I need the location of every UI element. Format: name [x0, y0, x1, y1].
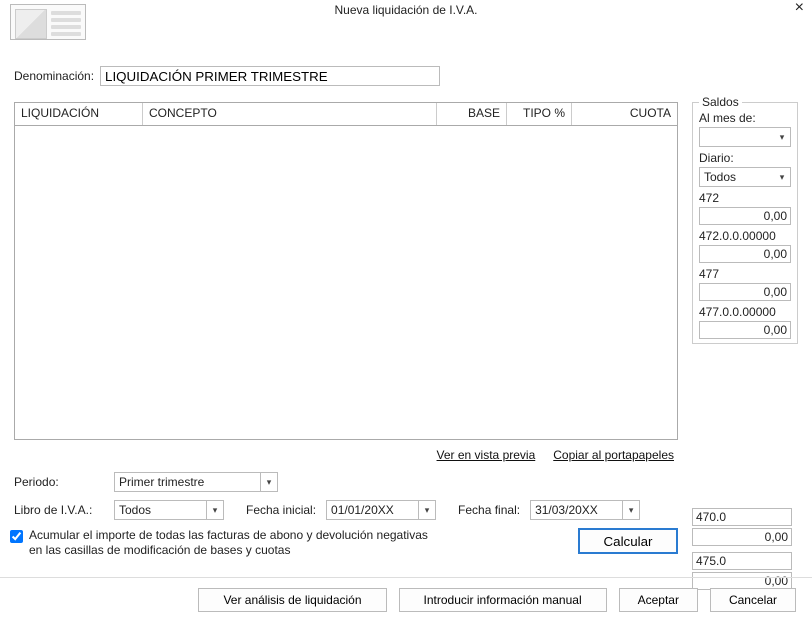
col-concepto[interactable]: CONCEPTO [143, 103, 437, 125]
analisis-button[interactable]: Ver análisis de liquidación [198, 588, 386, 612]
diario-select[interactable]: Todos [699, 167, 791, 187]
lower-code-1[interactable]: 475.0 [692, 552, 792, 570]
almes-label: Al mes de: [699, 111, 791, 125]
acct-label-2: 477 [699, 267, 791, 281]
acct-value-2: 0,00 [699, 283, 791, 301]
acumular-checkbox-label: Acumular el importe de todas las factura… [29, 528, 429, 558]
diario-label: Diario: [699, 151, 791, 165]
table-header: LIQUIDACIÓN CONCEPTO BASE TIPO % CUOTA [15, 103, 677, 126]
button-bar: Ver análisis de liquidación Introducir i… [0, 577, 812, 612]
main-area: LIQUIDACIÓN CONCEPTO BASE TIPO % CUOTA V… [14, 102, 798, 590]
libro-value: Todos [119, 503, 151, 517]
almes-select[interactable] [699, 127, 791, 147]
form-rows: Periodo: Primer trimestre Libro de I.V.A… [14, 472, 678, 558]
close-icon[interactable]: × [795, 0, 804, 17]
fecha-fin-select[interactable]: 31/03/20XX [530, 500, 640, 520]
saldos-legend: Saldos [699, 95, 742, 109]
fecha-fin-value: 31/03/20XX [535, 503, 598, 517]
lower-code-0[interactable]: 470.0 [692, 508, 792, 526]
col-tipo[interactable]: TIPO % [507, 103, 572, 125]
col-cuota[interactable]: CUOTA [572, 103, 677, 125]
left-column: LIQUIDACIÓN CONCEPTO BASE TIPO % CUOTA V… [14, 102, 678, 590]
libro-label: Libro de I.V.A.: [14, 503, 104, 517]
right-column: Saldos Al mes de: Diario: Todos 472 0,00… [692, 102, 798, 590]
periodo-value: Primer trimestre [119, 475, 204, 489]
periodo-label: Periodo: [14, 475, 104, 489]
header-icon [10, 4, 86, 40]
acct-value-0: 0,00 [699, 207, 791, 225]
titlebar: Nueva liquidación de I.V.A. × [0, 0, 812, 20]
calc-row: Acumular el importe de todas las factura… [14, 528, 678, 558]
denomination-label: Denominación: [14, 69, 94, 83]
fecha-fin-label: Fecha final: [458, 503, 520, 517]
acct-value-1: 0,00 [699, 245, 791, 263]
denomination-input[interactable] [100, 66, 440, 86]
denomination-row: Denominación: [14, 66, 798, 86]
acumular-checkbox[interactable]: Acumular el importe de todas las factura… [10, 528, 568, 558]
dialog-window: Nueva liquidación de I.V.A. × Denominaci… [0, 0, 812, 620]
preview-link[interactable]: Ver en vista previa [437, 448, 536, 462]
aceptar-button[interactable]: Aceptar [619, 588, 698, 612]
libro-row: Libro de I.V.A.: Todos Fecha inicial: 01… [14, 500, 678, 520]
fecha-ini-label: Fecha inicial: [246, 503, 316, 517]
table-links: Ver en vista previa Copiar al portapapel… [14, 440, 678, 472]
fecha-ini-value: 01/01/20XX [331, 503, 394, 517]
acct-label-0: 472 [699, 191, 791, 205]
cancelar-button[interactable]: Cancelar [710, 588, 796, 612]
acct-value-3: 0,00 [699, 321, 791, 339]
lower-value-0: 0,00 [692, 528, 792, 546]
clipboard-link[interactable]: Copiar al portapapeles [553, 448, 674, 462]
acct-label-1: 472.0.0.00000 [699, 229, 791, 243]
content-area: Denominación: LIQUIDACIÓN CONCEPTO BASE … [14, 66, 798, 620]
calcular-button[interactable]: Calcular [578, 528, 678, 554]
col-base[interactable]: BASE [437, 103, 507, 125]
liquidacion-table[interactable]: LIQUIDACIÓN CONCEPTO BASE TIPO % CUOTA [14, 102, 678, 440]
col-liquidacion[interactable]: LIQUIDACIÓN [15, 103, 143, 125]
periodo-select[interactable]: Primer trimestre [114, 472, 278, 492]
fecha-ini-select[interactable]: 01/01/20XX [326, 500, 436, 520]
libro-select[interactable]: Todos [114, 500, 224, 520]
acumular-checkbox-input[interactable] [10, 530, 23, 543]
saldos-body: Al mes de: Diario: Todos 472 0,00 472.0.… [699, 109, 791, 339]
periodo-row: Periodo: Primer trimestre [14, 472, 678, 492]
window-title: Nueva liquidación de I.V.A. [0, 0, 812, 20]
diario-value: Todos [704, 170, 736, 184]
acct-label-3: 477.0.0.00000 [699, 305, 791, 319]
manual-button[interactable]: Introducir información manual [399, 588, 607, 612]
saldos-fieldset: Saldos Al mes de: Diario: Todos 472 0,00… [692, 102, 798, 344]
